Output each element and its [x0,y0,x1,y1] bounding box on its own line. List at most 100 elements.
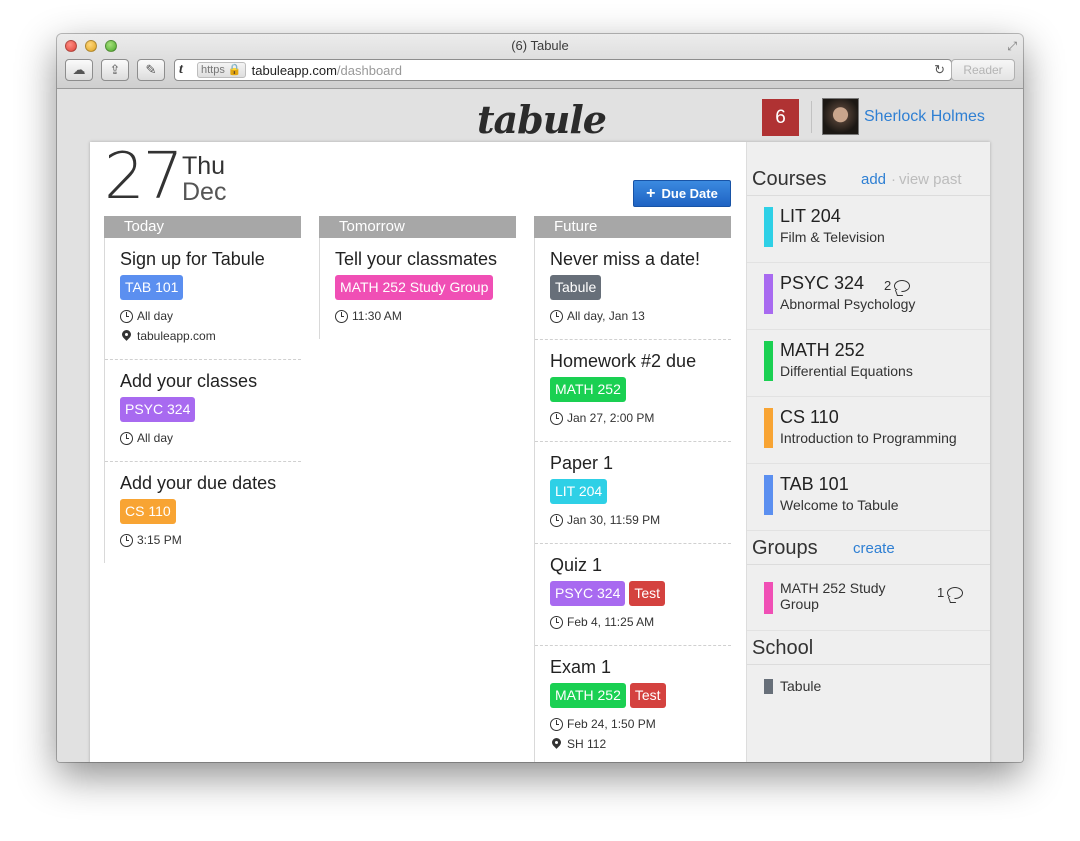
event-item[interactable]: Paper 1 LIT 204 Jan 30, 11:59 PM [535,442,731,544]
course-item[interactable]: MATH 252 Differential Equations [747,330,990,397]
course-tag[interactable]: MATH 252 [550,377,626,402]
course-code: CS 110 [780,407,839,427]
event-location: SH 112 [550,734,731,754]
event-item[interactable]: Homework #2 due MATH 252 Jan 27, 2:00 PM [535,340,731,442]
course-tag[interactable]: Test [629,683,666,708]
reader-button[interactable]: Reader [951,59,1015,81]
groups-header: Groups create [747,531,990,565]
reload-icon[interactable]: ↻ [934,62,945,78]
plus-icon: + [646,184,656,202]
course-tag[interactable]: MATH 252 [550,683,626,708]
location-pin-icon [122,330,131,343]
event-time: 3:15 PM [120,530,301,550]
comment-count[interactable]: 2 [884,278,911,293]
date-month: Dec [182,178,227,206]
address-bar[interactable]: t https 🔒 tabuleapp.com /dashboard ↻ [174,59,952,81]
event-tags: MATH 252 [550,377,731,402]
courses-list: LIT 204 Film & Television PSYC 324 Abnormal… [747,196,990,531]
clock-icon [550,411,563,425]
event-time-text: All day [137,309,174,323]
location-pin-icon [552,738,561,751]
event-item[interactable]: Add your classes PSYC 324 All day [105,360,301,462]
settings-button[interactable]: ✎ [137,59,165,81]
course-item[interactable]: PSYC 324 Abnormal Psychology 2 [747,263,990,330]
header-divider [811,101,812,133]
event-item[interactable]: Quiz 1 PSYC 324 Test Feb 4, 11:25 AM [535,544,731,646]
url-path: /dashboard [336,62,402,78]
browser-window: (6) Tabule ⤢ ☁ ⇪ ✎ t https 🔒 tabuleapp.c… [57,34,1023,762]
event-title: Add your classes [120,371,258,391]
course-tag[interactable]: Test [629,581,666,606]
course-item[interactable]: TAB 101 Welcome to Tabule [747,464,990,531]
add-course-link[interactable]: add [861,163,886,197]
event-tags: PSYC 324 Test [550,581,731,606]
color-swatch [764,475,773,515]
title-bar: (6) Tabule ⤢ ☁ ⇪ ✎ t https 🔒 tabuleapp.c… [57,34,1023,89]
clock-icon [120,533,133,547]
courses-header: Courses add · view past [747,162,990,196]
schoo-item[interactable]: Tabule [747,665,990,711]
url-domain: tabuleapp.com [251,62,337,78]
event-location: tabuleapp.com [120,326,301,346]
schoo-name: Tabule [780,678,822,694]
course-tag[interactable]: TAB 101 [120,275,184,300]
school-list: Tabule [747,665,990,711]
event-item[interactable]: Exam 1 MATH 252 Test Feb 24, 1:50 PM SH 112 [535,646,731,762]
event-time: 11:30 AM [335,306,516,326]
add-due-date-button[interactable]: + Due Date [633,180,731,207]
event-title: Homework #2 due [550,351,697,371]
group-item[interactable]: MATH 252 Study Group 1 [747,565,990,631]
course-tag[interactable]: MATH 252 Study Group [335,275,494,300]
event-item[interactable]: Sign up for Tabule TAB 101 All day tabuleap… [105,238,301,360]
course-tag[interactable]: LIT 204 [550,479,608,504]
fullscreen-icon[interactable]: ⤢ [1007,39,1017,54]
event-item[interactable]: Add your due dates CS 110 3:15 PM [105,462,301,563]
color-swatch [764,207,773,247]
comment-count-value: 1 [937,585,945,600]
event-time: Feb 24, 1:50 PM [550,714,731,734]
column-today: Today Sign up for Tabule TAB 101 All day ta… [104,216,301,563]
share-button[interactable]: ⇪ [101,59,129,81]
date-day: 27 [104,140,183,214]
notification-badge[interactable]: 6 [762,99,799,136]
course-tag[interactable]: PSYC 324 [120,397,196,422]
event-title: Never miss a date! [550,249,701,269]
column-body: Tell your classmates MATH 252 Study Group… [319,238,516,339]
view-past-link[interactable]: view past [899,163,962,197]
column-header: Today [104,216,301,238]
course-tag[interactable]: Tabule [550,275,602,300]
course-item[interactable]: CS 110 Introduction to Programming [747,397,990,464]
wrench-icon: ✎ [145,62,157,77]
icloud-tabs-button[interactable]: ☁ [65,59,93,81]
course-code: TAB 101 [780,474,849,494]
tabule-logo[interactable]: tabule [477,97,607,142]
event-item[interactable]: Tell your classmates MATH 252 Study Group… [320,238,516,339]
comment-bubble-icon [947,586,964,599]
groups-title: Groups [752,537,818,559]
event-time: All day [120,306,301,326]
create-group-link[interactable]: create [853,532,895,566]
event-tags: CS 110 [120,499,301,524]
school-header: School [747,631,990,665]
color-swatch [764,582,773,614]
avatar[interactable] [822,98,859,135]
share-icon: ⇪ [109,62,121,77]
course-tag[interactable]: PSYC 324 [550,581,626,606]
comment-count[interactable]: 1 [937,585,964,600]
event-time-text: All day, Jan 13 [567,309,645,323]
course-name: Differential Equations [780,363,913,379]
user-name-link[interactable]: Sherlock Holmes [864,108,985,126]
course-name: Introduction to Programming [780,430,957,446]
event-item[interactable]: Never miss a date! Tabule All day, Jan 13 [535,238,731,340]
event-time: Jan 27, 2:00 PM [550,408,731,428]
column-header: Tomorrow [319,216,516,238]
course-tag[interactable]: CS 110 [120,499,176,524]
event-location-text: SH 112 [567,737,607,751]
course-item[interactable]: LIT 204 Film & Television [747,196,990,263]
event-tags: MATH 252 Test [550,683,731,708]
add-due-date-label: Due Date [661,186,718,201]
courses-title: Courses [752,168,827,190]
comment-bubble-icon [894,279,911,292]
window-title: (6) Tabule [511,38,569,53]
event-time-text: 3:15 PM [137,533,182,547]
